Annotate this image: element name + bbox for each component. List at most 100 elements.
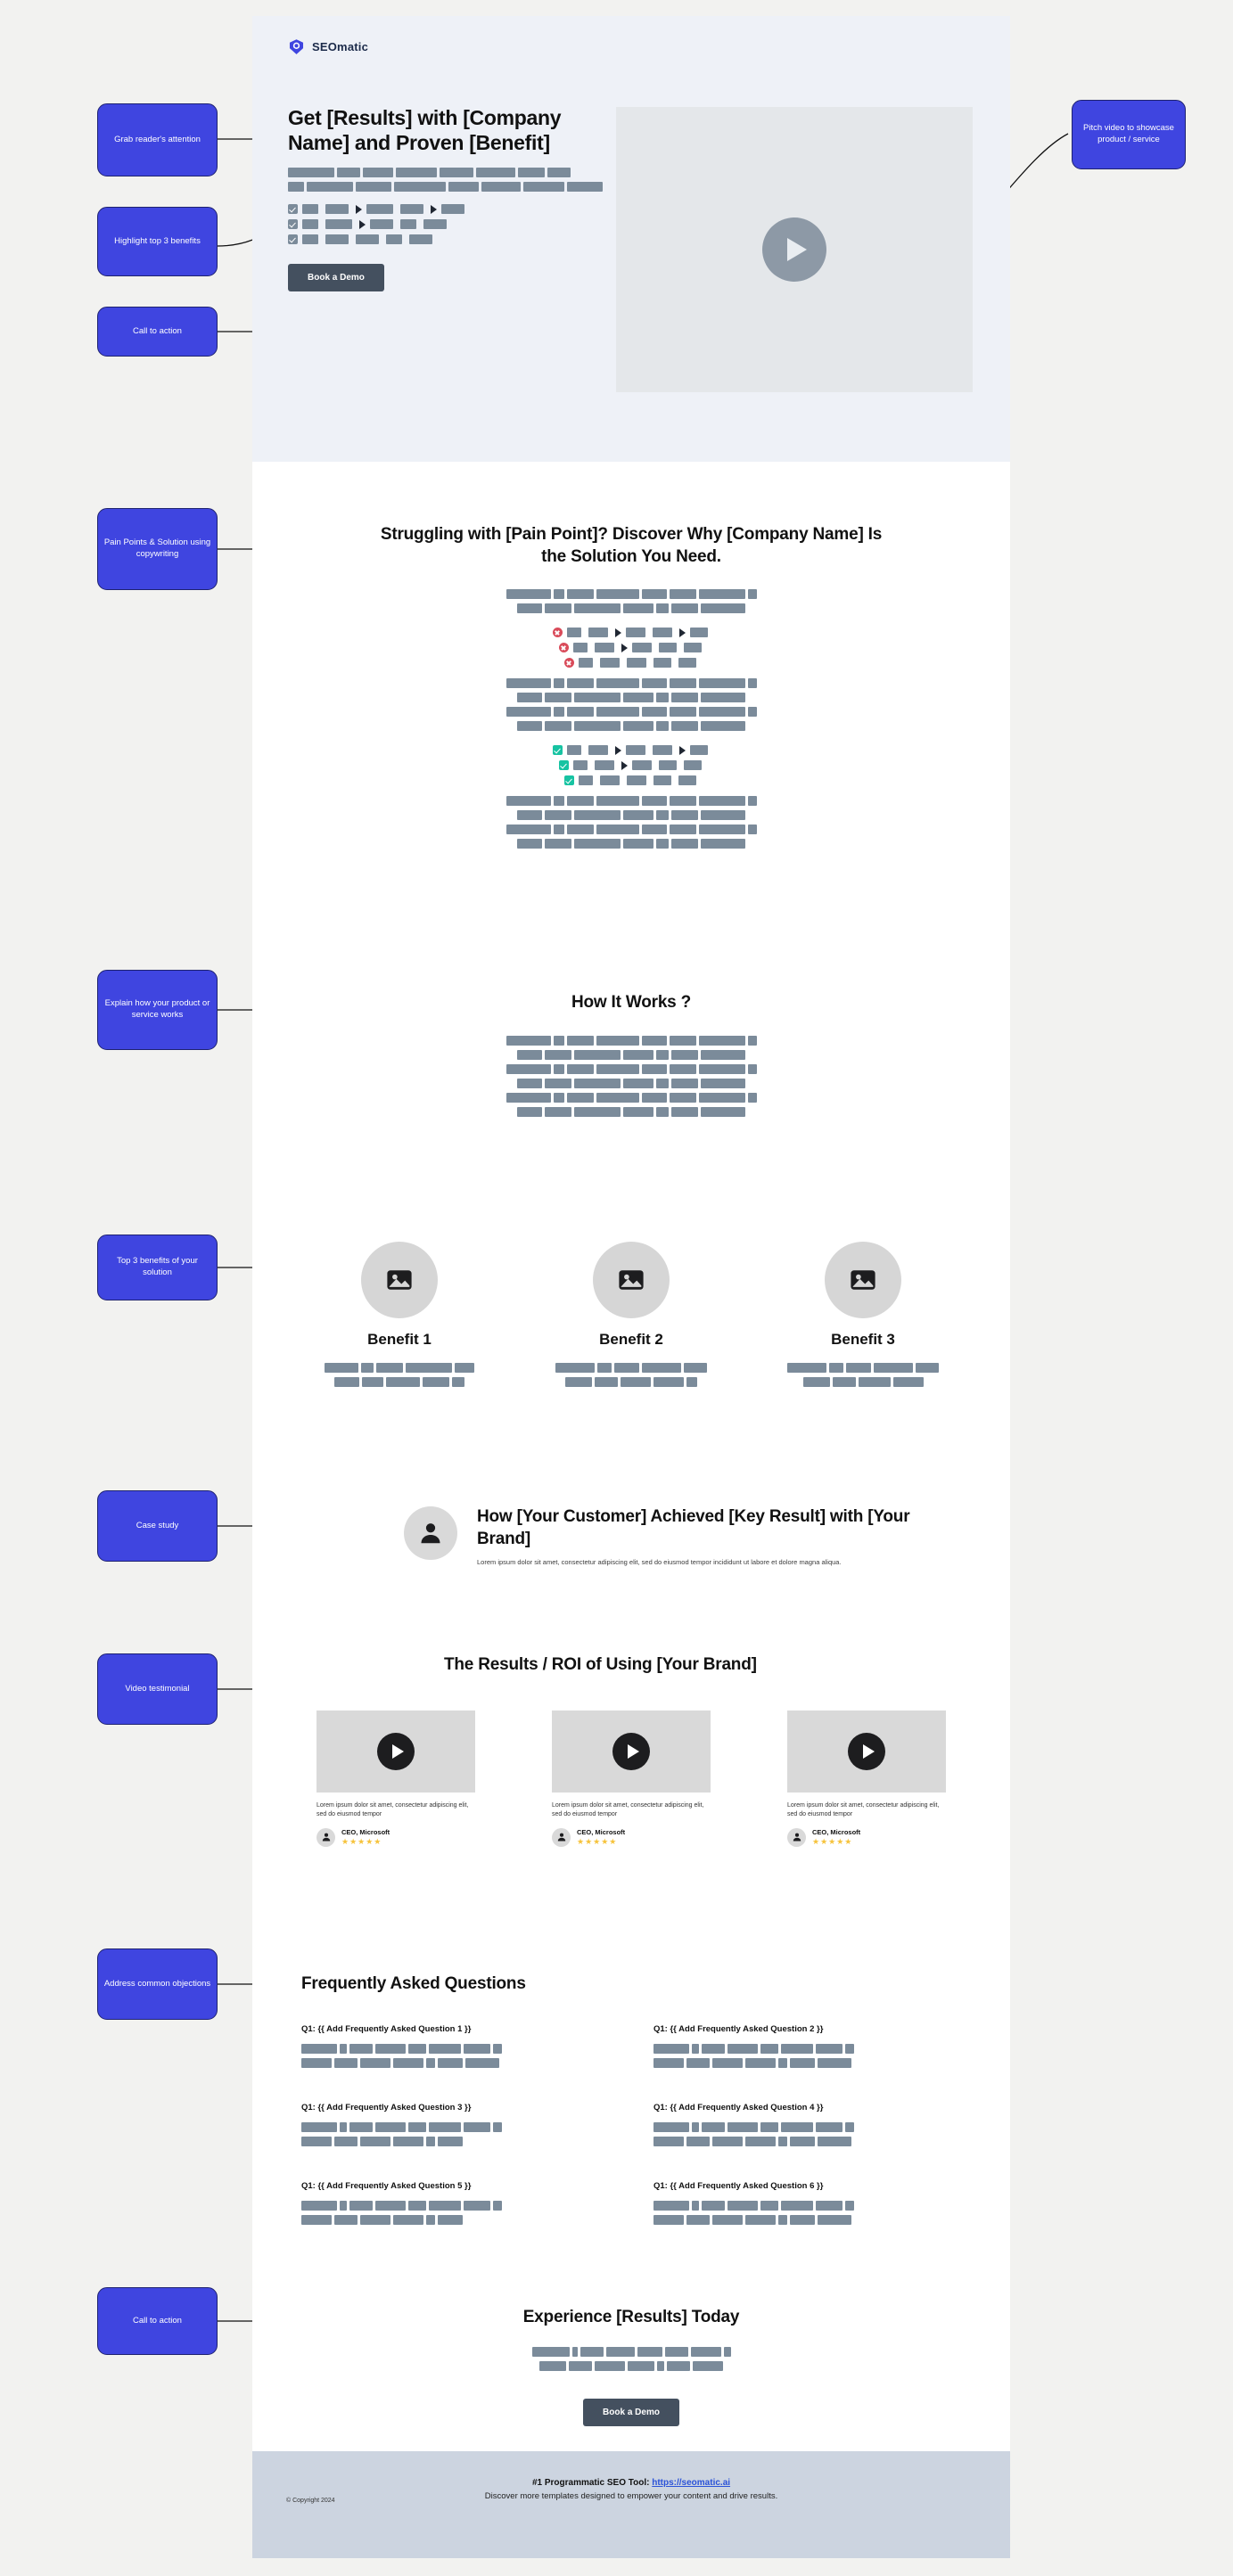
faq-answer-skeleton [653,2043,961,2068]
testimonial-video-thumbnail[interactable] [552,1710,711,1793]
skeleton-bar [594,760,614,771]
skeleton-bar [493,2121,502,2132]
faq-item[interactable]: Q1: {{ Add Frequently Asked Question 2 }… [653,2024,961,2072]
note-explain-how-works[interactable]: Explain how your product or service work… [97,970,218,1050]
note-call-to-action-2[interactable]: Call to action [97,2287,218,2355]
skeleton-bar [781,2200,813,2211]
skeleton-bar [653,2121,689,2132]
note-case-study[interactable]: Case study [97,1490,218,1562]
skeleton-bar [572,760,588,771]
skeleton-bar [656,839,669,849]
brand-logo[interactable]: SEOmatic [288,38,368,55]
skeleton-bar [671,1106,698,1117]
skeleton-bar [429,2200,461,2211]
skeleton-bar [631,760,652,771]
note-pitch-video[interactable]: Pitch video to showcase product / servic… [1072,100,1186,169]
skeleton-bar [653,2214,684,2225]
play-icon[interactable] [612,1732,650,1770]
note-grab-attention[interactable]: Grab reader's attention [97,103,218,176]
chevron-right-icon [678,628,686,637]
testimonial-video-thumbnail[interactable] [787,1710,946,1793]
skeleton-bar [692,2121,699,2132]
skeleton-bar [301,2121,337,2132]
skeleton-bar [916,1363,939,1373]
faq-item[interactable]: Q1: {{ Add Frequently Asked Question 4 }… [653,2103,961,2151]
skeleton-bar [626,775,646,786]
note-video-testimonial[interactable]: Video testimonial [97,1653,218,1725]
skeleton-bar [440,168,473,178]
skeleton-bar [464,2121,490,2132]
skeleton-bar [518,168,545,178]
skeleton-bar [517,1049,542,1060]
skeleton-row [373,810,890,821]
play-icon[interactable] [762,217,826,282]
hero-content: Get [Results] with [Company Name] and Pr… [288,105,609,292]
skeleton-bar [626,658,646,669]
skeleton-bar [712,2136,743,2146]
play-icon[interactable] [848,1732,885,1770]
faq-item[interactable]: Q1: {{ Add Frequently Asked Question 1 }… [301,2024,609,2072]
skeleton-bar [566,1035,594,1046]
skeleton-bar [818,2057,851,2068]
skeleton-bar [656,721,669,732]
final-book-demo-button[interactable]: Book a Demo [583,2398,679,2426]
note-pain-points[interactable]: Pain Points & Solution using copywriting [97,508,218,590]
faq-item[interactable]: Q1: {{ Add Frequently Asked Question 5 }… [301,2181,609,2229]
skeleton-bar [684,1363,707,1373]
skeleton-bar [566,1063,594,1074]
cross-list-item [373,628,890,638]
skeleton-bar [745,2214,776,2225]
skeleton-bar [360,2136,390,2146]
hero-video-placeholder[interactable] [616,107,973,392]
skeleton-bar [337,168,360,178]
note-address-objections[interactable]: Address common objections [97,1948,218,2020]
skeleton-bar [641,678,667,689]
skeleton-bar [781,2043,813,2054]
hero-book-demo-button[interactable]: Book a Demo [288,264,384,292]
skeleton-bar [623,839,653,849]
skeleton-bar [574,810,621,821]
skeleton-row [373,796,890,807]
skeleton-row [301,2136,609,2146]
skeleton-bar [572,643,588,653]
testimonial-video-thumbnail[interactable] [316,1710,475,1793]
skeleton-bar [656,603,669,614]
skeleton-bar [701,810,745,821]
skeleton-bar [393,2057,423,2068]
skeleton-bar [656,693,669,703]
skeleton-bar [553,1092,564,1103]
skeleton-bar [605,2346,635,2357]
skeleton-bar [566,824,594,835]
star-rating-icon: ★★★★★ [812,1837,853,1847]
faq-item[interactable]: Q1: {{ Add Frequently Asked Question 3 }… [301,2103,609,2151]
note-highlight-benefits[interactable]: Highlight top 3 benefits [97,207,218,276]
skeleton-bar [408,2121,426,2132]
skeleton-row [325,1377,474,1387]
faq-item[interactable]: Q1: {{ Add Frequently Asked Question 6 }… [653,2181,961,2229]
skeleton-bar [653,2057,684,2068]
note-top-3-benefits[interactable]: Top 3 benefits of your solution [97,1235,218,1300]
skeleton-bar [517,721,542,732]
seomatic-link[interactable]: https://seomatic.ai [652,2478,730,2488]
skeleton-bar [553,589,564,600]
skeleton-bar [599,658,620,669]
faq-answer-skeleton [653,2200,961,2225]
pain-end-skeleton [373,796,890,849]
skeleton-bar [574,1078,621,1088]
skeleton-row [373,589,890,600]
skeleton-bar [667,2360,690,2371]
image-placeholder-icon [361,1242,438,1318]
skeleton-row [301,2360,961,2371]
skeleton-bar [641,824,667,835]
play-icon[interactable] [377,1732,415,1770]
skeleton-bar [816,2121,843,2132]
skeleton-bar [747,1035,757,1046]
skeleton-bar [566,678,594,689]
testimonial-card: Lorem ipsum dolor sit amet, consectetur … [787,1710,946,1847]
note-call-to-action-1[interactable]: Call to action [97,307,218,357]
skeleton-bar [574,721,621,732]
skeleton-bar [566,589,594,600]
skeleton-bar [356,234,379,245]
benefit-card: Benefit 2 [533,1242,729,1391]
skeleton-bar [698,824,745,835]
